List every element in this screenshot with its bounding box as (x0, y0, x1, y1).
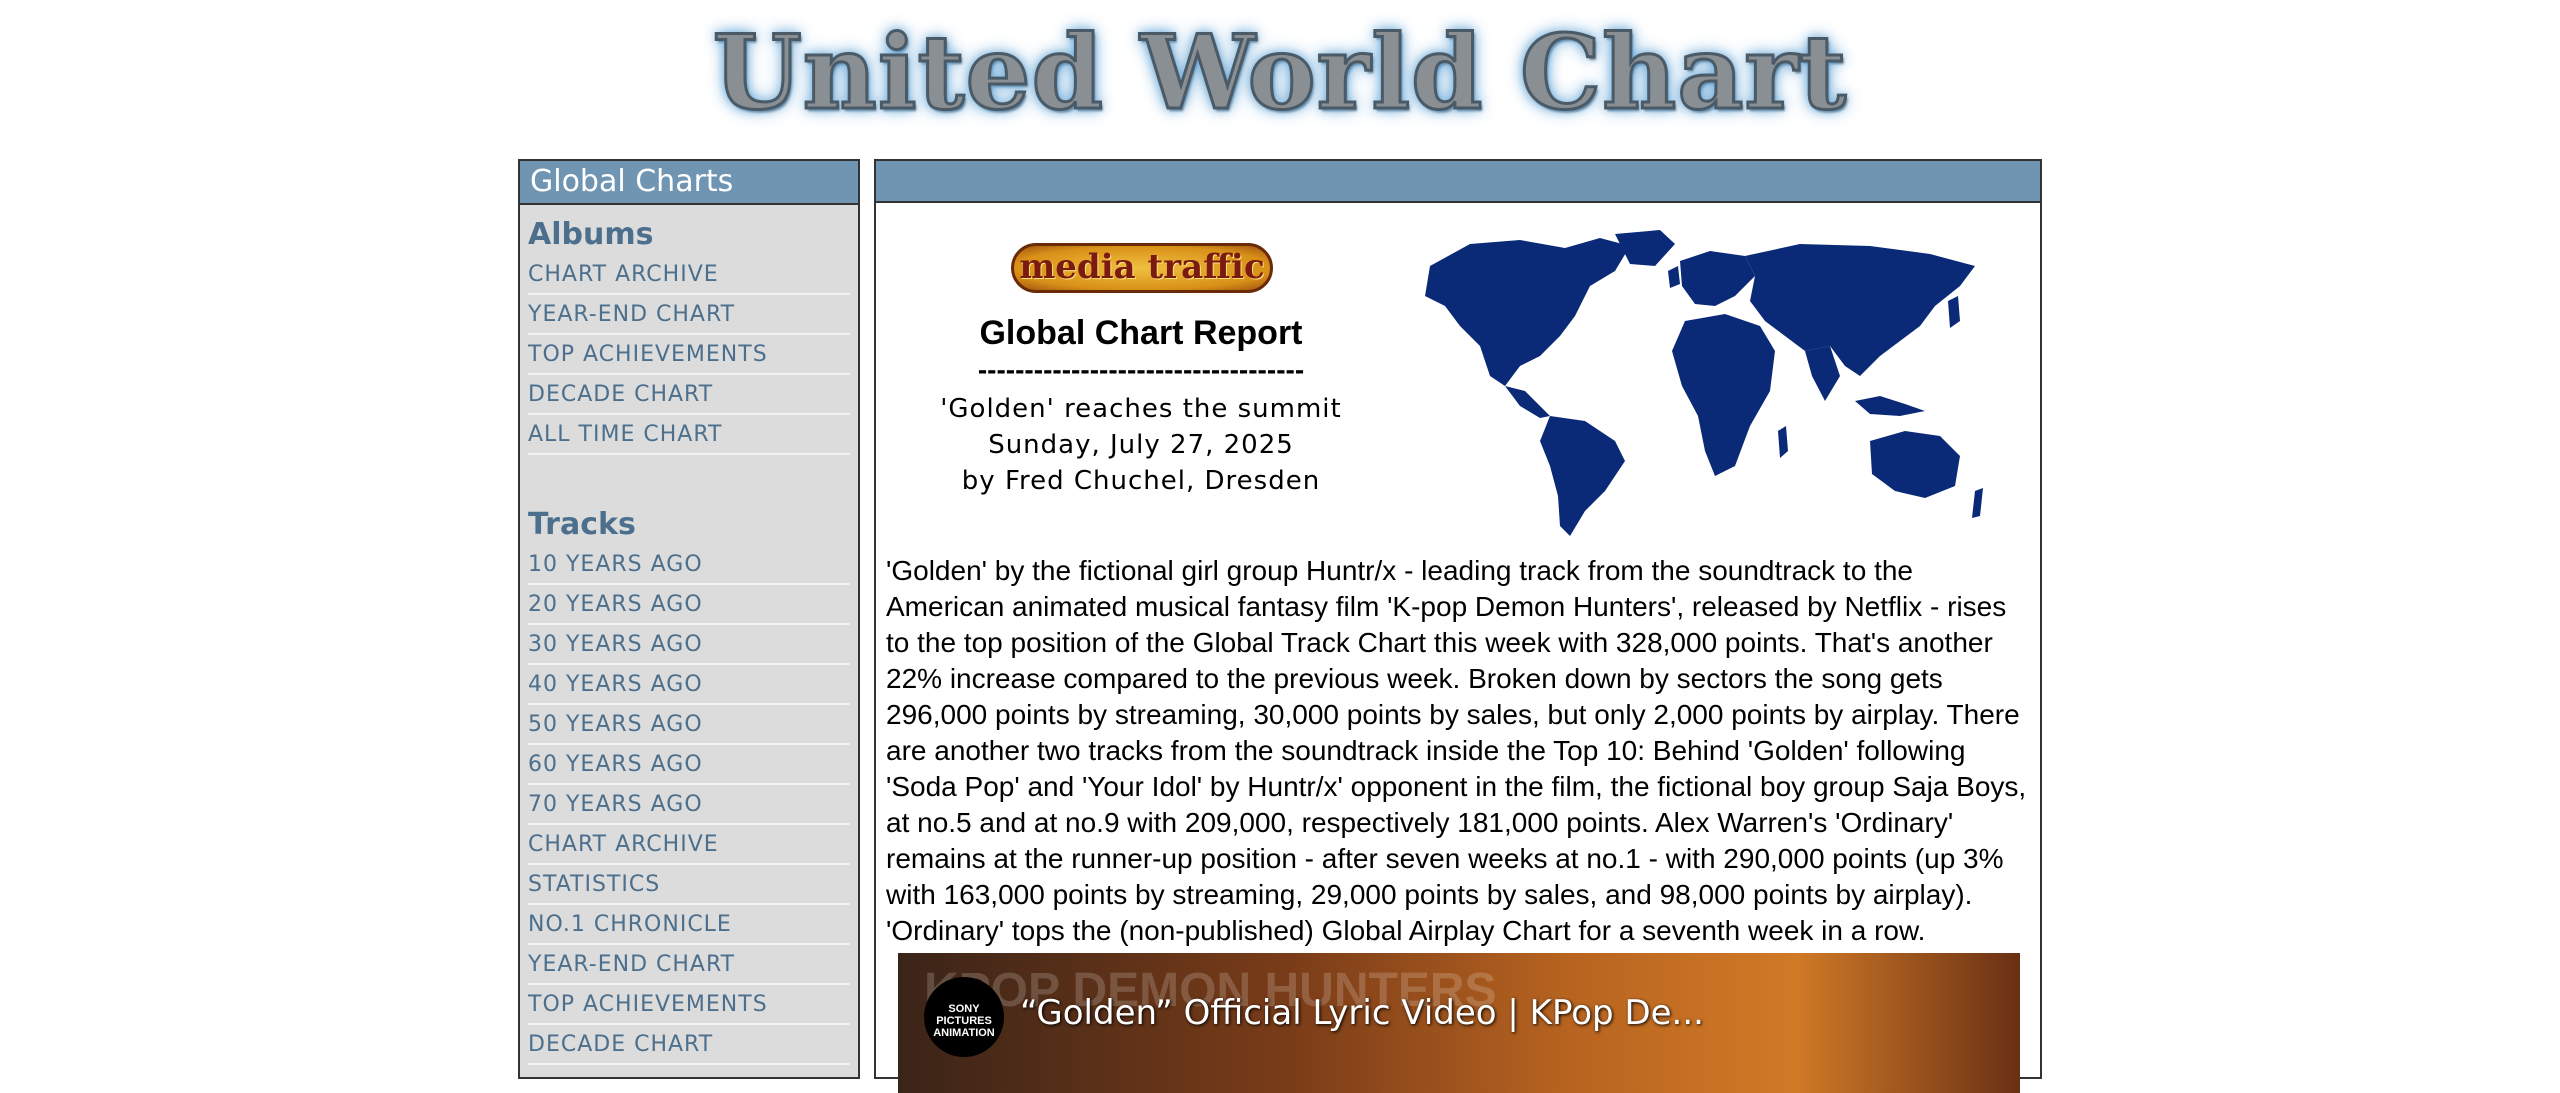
sidebar-section-albums: Albums (528, 217, 654, 252)
video-embed[interactable]: KPOP DEMON HUNTERS SONY PICTURES ANIMATI… (898, 953, 2020, 1093)
sidebar-link-albums-year-end-chart[interactable]: YEAR-END CHART (528, 295, 850, 335)
sidebar-link-tracks-20-years-ago[interactable]: 20 YEARS AGO (528, 585, 850, 625)
sidebar-section-tracks: Tracks (528, 507, 636, 542)
sidebar-header: Global Charts (520, 161, 858, 205)
sidebar-link-tracks-no1-chronicle[interactable]: NO.1 CHRONICLE (528, 905, 850, 945)
sidebar-link-tracks-60-years-ago[interactable]: 60 YEARS AGO (528, 745, 850, 785)
media-traffic-logo[interactable]: media traffic (1011, 243, 1273, 293)
sidebar-link-tracks-statistics[interactable]: STATISTICS (528, 865, 850, 905)
sidebar-link-albums-top-achievements[interactable]: TOP ACHIEVEMENTS (528, 335, 850, 375)
sidebar-link-tracks-40-years-ago[interactable]: 40 YEARS AGO (528, 665, 850, 705)
report-headline: 'Golden' reaches the summit (940, 394, 1342, 424)
site-logo-area: United World Chart (0, 13, 2560, 134)
sidebar-link-albums-chart-archive[interactable]: CHART ARCHIVE (528, 255, 850, 295)
article-text: 'Golden' by the fictional girl group Hun… (886, 555, 2027, 946)
sidebar-link-tracks-top-achievements[interactable]: TOP ACHIEVEMENTS (528, 985, 850, 1025)
sidebar-link-tracks-chart-archive[interactable]: CHART ARCHIVE (528, 825, 850, 865)
sidebar-link-tracks-10-years-ago[interactable]: 10 YEARS AGO (528, 545, 850, 585)
main-header-bar (876, 161, 2040, 203)
sidebar-link-tracks-70-years-ago[interactable]: 70 YEARS AGO (528, 785, 850, 825)
sidebar: Global Charts Albums CHART ARCHIVE YEAR-… (518, 159, 860, 1079)
video-title[interactable]: “Golden” Official Lyric Video | KPop De.… (1020, 993, 1704, 1033)
report-author: by Fred Chuchel, Dresden (961, 466, 1321, 496)
sidebar-link-tracks-year-end-chart[interactable]: YEAR-END CHART (528, 945, 850, 985)
report-divider: ----------------------------------- (977, 355, 1305, 385)
world-map-image (1425, 230, 1983, 536)
sidebar-link-tracks-50-years-ago[interactable]: 50 YEARS AGO (528, 705, 850, 745)
sidebar-link-tracks-decade-chart[interactable]: DECADE CHART (528, 1025, 850, 1065)
main-panel: media traffic Global Chart Report ------… (874, 159, 2042, 1093)
report-title: Global Chart Report (979, 314, 1303, 352)
site-logo[interactable]: United World Chart (711, 13, 1848, 134)
sidebar-link-albums-decade-chart[interactable]: DECADE CHART (528, 375, 850, 415)
sidebar-link-tracks-30-years-ago[interactable]: 30 YEARS AGO (528, 625, 850, 665)
report-header: Global Chart Report --------------------… (936, 311, 1346, 499)
channel-avatar[interactable]: SONY PICTURES ANIMATION (924, 977, 1004, 1057)
sidebar-link-albums-all-time-chart[interactable]: ALL TIME CHART (528, 415, 850, 455)
report-date: Sunday, July 27, 2025 (988, 430, 1294, 460)
